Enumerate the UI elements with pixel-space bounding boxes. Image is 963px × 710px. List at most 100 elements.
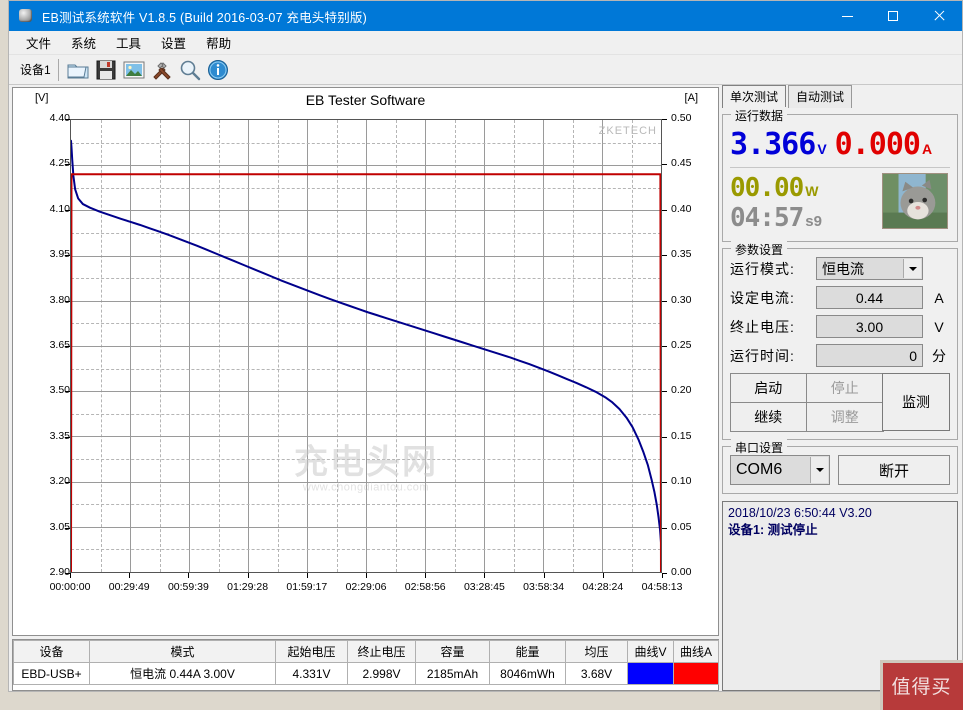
y-tick-mark-right — [662, 119, 667, 120]
serial-row: COM6 断开 — [730, 455, 950, 485]
x-tick-label: 01:29:28 — [227, 581, 269, 593]
param-row-runtime: 运行时间: 0 分 — [730, 344, 950, 367]
y-tick-label-right: 0.50 — [671, 112, 692, 124]
y-tick-label-left: 3.35 — [49, 429, 70, 442]
y-tick-mark-right — [662, 255, 667, 257]
control-buttons-left: 启动 停止 继续 调整 — [729, 372, 884, 432]
th-curve-v: 曲线V — [627, 640, 674, 663]
minimize-icon — [841, 15, 853, 17]
save-floppy-icon[interactable] — [94, 58, 118, 82]
param-row-current: 设定电流: 0.44 A — [730, 286, 950, 309]
y-tick-label-right: 0.25 — [671, 339, 692, 351]
close-icon — [933, 10, 945, 22]
close-button[interactable] — [916, 1, 962, 31]
minimize-button[interactable] — [824, 1, 870, 31]
tools-icon[interactable] — [150, 58, 174, 82]
magnifier-icon[interactable] — [178, 58, 202, 82]
results-table: 设备 模式 起始电压 终止电压 容量 能量 均压 曲线V 曲线A EBD-USB… — [13, 640, 719, 685]
y-tick-label-left: 3.95 — [49, 248, 70, 261]
cell-curve-v-swatch[interactable] — [627, 662, 674, 685]
monitor-button[interactable]: 监测 — [882, 373, 950, 431]
table-row[interactable]: EBD-USB+ 恒电流 0.44A 3.00V 4.331V 2.998V 2… — [13, 662, 719, 685]
run-time-input[interactable]: 0 — [816, 344, 923, 367]
unit-set-current: A — [934, 289, 944, 306]
y-tick-label-right: 0.15 — [671, 429, 692, 442]
stop-button: 停止 — [806, 372, 884, 403]
menu-item-system[interactable]: 系统 — [62, 30, 105, 55]
label-run-time: 运行时间: — [730, 347, 795, 364]
y-axis-left: 4.40 4.25 4.10 3.95 3.80 3.65 3.50 3.35 3.20 3.05… — [27, 112, 70, 578]
x-tick-label: 02:29:06 — [345, 581, 387, 593]
y-tick-label-left: 3.65 — [49, 339, 70, 351]
right-panel: 单次测试 自动测试 运行数据 3.366 V 0.000 A 00.00 W 0… — [722, 85, 958, 691]
th-avg-voltage: 均压 — [565, 640, 628, 663]
running-data-group: 运行数据 3.366 V 0.000 A 00.00 W 04:57 s9 — [722, 107, 958, 242]
x-tick-mark — [247, 573, 249, 578]
menu-item-tools[interactable]: 工具 — [107, 30, 150, 55]
elapsed-time-value: 04:57 — [730, 203, 804, 233]
cell-mode: 恒电流 0.44A 3.00V — [89, 662, 276, 685]
y-tick-mark-right — [662, 527, 667, 529]
th-end-voltage: 终止电压 — [347, 640, 416, 663]
x-tick-label: 03:28:45 — [463, 581, 505, 593]
menu-item-file[interactable]: 文件 — [17, 30, 60, 55]
plot-area[interactable]: 充电头网 www.chongdiantou.com ZKETECH — [70, 119, 662, 573]
x-tick-label: 00:29:49 — [108, 581, 150, 593]
cell-device: EBD-USB+ — [13, 662, 90, 685]
th-energy: 能量 — [489, 640, 566, 663]
disconnect-button[interactable]: 断开 — [838, 455, 950, 485]
cutoff-voltage-input[interactable]: 3.00 — [816, 315, 923, 338]
maximize-button[interactable] — [870, 1, 916, 31]
watermark-zketech: ZKETECH — [598, 125, 657, 137]
menu-item-help[interactable]: 帮助 — [197, 30, 240, 55]
window-title: EB测试系统软件 V1.8.5 (Build 2016-03-07 充电头特别版… — [42, 10, 367, 25]
y-tick-mark-right — [662, 482, 667, 484]
power-row: 00.00 W — [730, 173, 822, 203]
current-unit: A — [921, 141, 933, 157]
y-tick-label-left: 4.10 — [49, 202, 70, 215]
device-tab-1[interactable]: 设备1 — [15, 58, 59, 81]
start-button[interactable]: 启动 — [729, 372, 807, 403]
x-tick-mark — [425, 573, 427, 578]
open-folder-icon[interactable] — [66, 58, 90, 82]
y-tick-mark-right — [662, 300, 667, 302]
run-mode-select[interactable]: 恒电流 — [816, 257, 923, 280]
x-tick-label: 02:58:56 — [404, 581, 446, 593]
maximize-icon — [888, 11, 898, 21]
y-tick-label-left: 4.40 — [49, 112, 70, 124]
x-tick-mark — [306, 573, 308, 578]
running-data-title: 运行数据 — [731, 107, 788, 124]
info-icon[interactable] — [206, 58, 230, 82]
picture-icon[interactable] — [122, 58, 146, 82]
continue-button[interactable]: 继续 — [729, 401, 807, 432]
content-area: [V] [A] EB Tester Software 4.40 4.25 4.10 3… — [9, 85, 962, 691]
elapsed-time-row: 04:57 s9 — [730, 203, 822, 233]
chevron-down-icon[interactable] — [810, 457, 828, 483]
y-tick-label-left: 3.05 — [49, 520, 70, 533]
cell-start-voltage: 4.331V — [275, 662, 348, 685]
x-axis: 00:00:00 00:29:49 00:59:39 01:29:28 01:59:17… — [50, 573, 682, 603]
run-mode-value: 恒电流 — [822, 260, 864, 277]
tab-single-test[interactable]: 单次测试 — [722, 85, 787, 108]
unit-cutoff-voltage: V — [934, 318, 944, 335]
x-tick-mark — [602, 573, 604, 578]
y-tick-label-left: 2.90 — [49, 566, 70, 578]
th-mode: 模式 — [89, 640, 276, 663]
tab-auto-test[interactable]: 自动测试 — [788, 85, 853, 108]
cube-icon — [18, 8, 34, 24]
th-device: 设备 — [13, 640, 90, 663]
cell-curve-a-swatch[interactable] — [673, 662, 719, 685]
chevron-down-icon[interactable] — [903, 259, 921, 278]
y-tick-mark-right — [662, 391, 667, 393]
y-tick-label-right: 0.10 — [671, 475, 692, 488]
com-port-select[interactable]: COM6 — [730, 455, 830, 485]
menu-item-settings[interactable]: 设置 — [152, 30, 195, 55]
voltage-current-row: 3.366 V 0.000 A — [730, 127, 950, 162]
adjust-button: 调整 — [806, 401, 884, 432]
set-current-input[interactable]: 0.44 — [816, 286, 923, 309]
y-tick-label-right: 0.05 — [671, 520, 692, 533]
x-tick-mark — [484, 573, 486, 578]
readout-divider — [730, 167, 950, 168]
cat-photo — [882, 173, 948, 229]
th-start-voltage: 起始电压 — [275, 640, 348, 663]
